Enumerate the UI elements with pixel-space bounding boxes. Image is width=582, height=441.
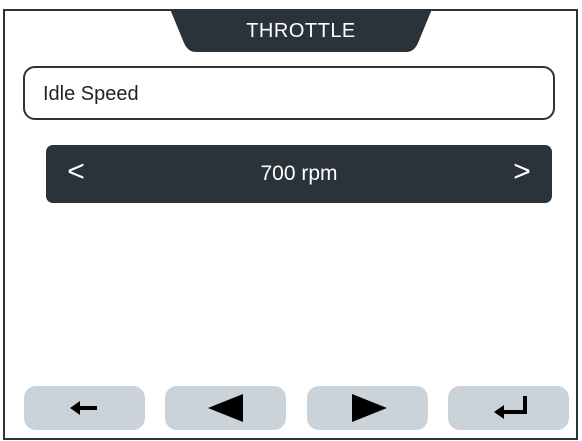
value-display: 700 rpm [260, 162, 338, 185]
enter-icon [494, 396, 527, 419]
increment-button[interactable]: > [492, 145, 552, 203]
page-title: THROTTLE [246, 20, 356, 42]
triangle-left-icon [208, 394, 243, 422]
enter-button[interactable] [448, 386, 569, 430]
arrow-left-back-icon [70, 401, 97, 415]
parameter-name-field[interactable]: Idle Speed [23, 66, 555, 120]
title-tab: THROTTLE [170, 9, 432, 52]
next-button[interactable] [307, 386, 428, 430]
decrement-button[interactable]: < [46, 145, 106, 203]
value-selector[interactable]: 700 rpm < > [46, 145, 552, 203]
triangle-right-icon [352, 394, 387, 422]
parameter-name: Idle Speed [43, 83, 139, 105]
back-button[interactable] [24, 386, 145, 430]
previous-button[interactable] [165, 386, 286, 430]
